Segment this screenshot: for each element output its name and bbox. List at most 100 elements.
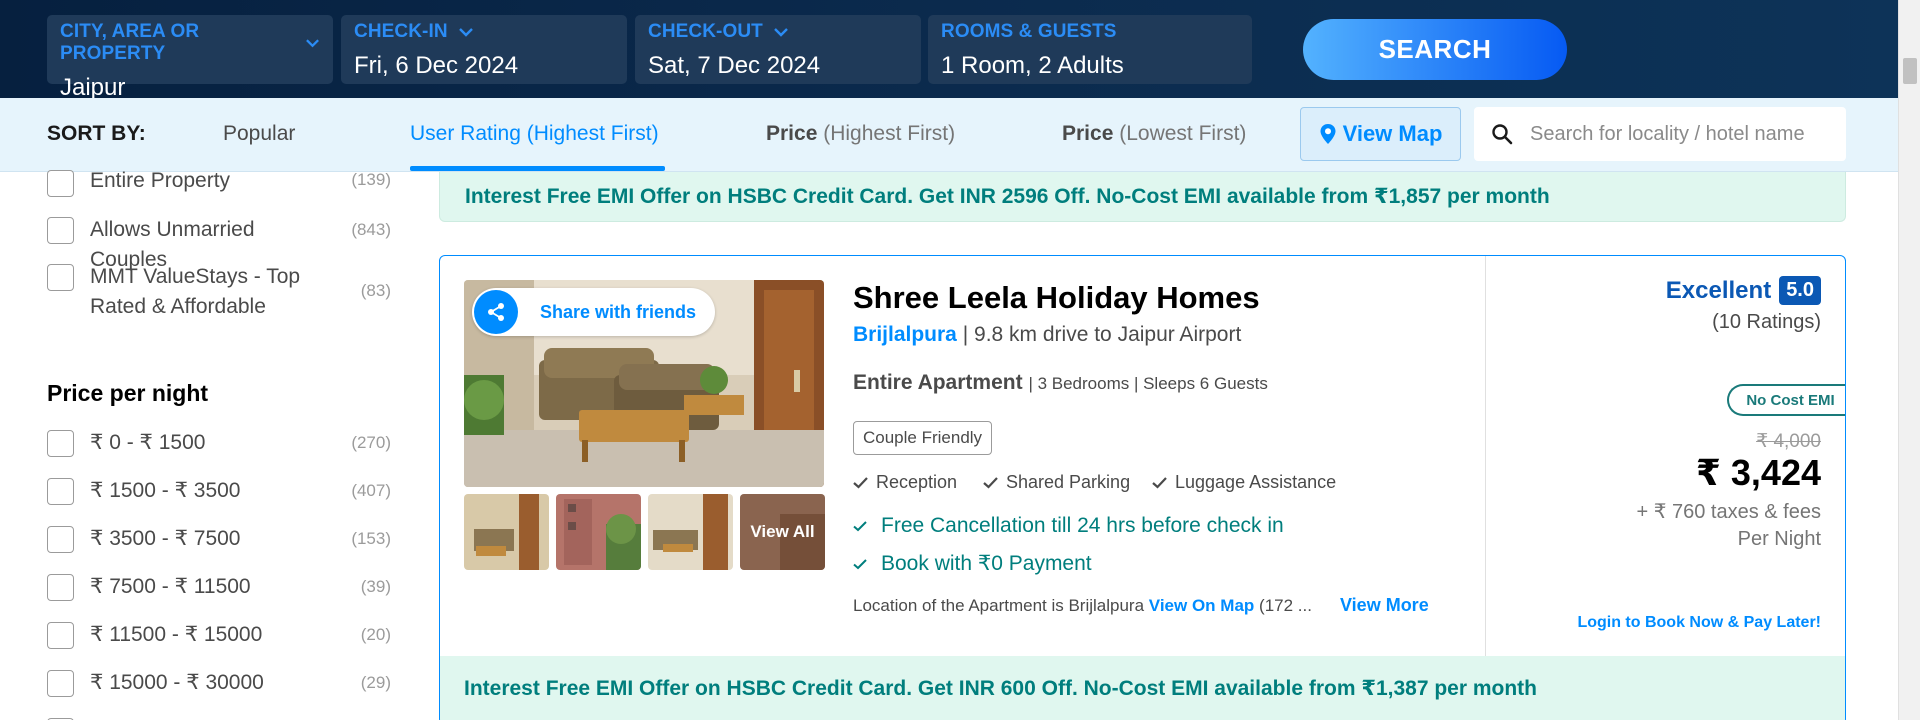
locality-search-input[interactable] — [1530, 122, 1830, 146]
check-icon — [853, 521, 867, 532]
filter-count: (407) — [351, 481, 391, 500]
sort-user-rating-sub: (Highest First) — [526, 122, 659, 145]
check-icon — [853, 558, 867, 569]
filter-price-1[interactable]: ₹ 1500 - ₹ 3500 (407) — [47, 478, 397, 506]
map-pin-icon — [1320, 124, 1336, 144]
view-map-button[interactable]: View Map — [1300, 107, 1461, 161]
filter-mmt-valuestays[interactable]: MMT ValueStays - Top Rated & Affordable … — [47, 264, 397, 322]
filter-label: ₹ 0 - ₹ 1500 — [90, 431, 206, 454]
checkbox[interactable] — [47, 170, 74, 197]
checkbox[interactable] — [47, 670, 74, 697]
filter-price-3[interactable]: ₹ 7500 - ₹ 11500 (39) — [47, 574, 397, 602]
filter-price-2[interactable]: ₹ 3500 - ₹ 7500 (153) — [47, 526, 397, 554]
sort-price-high-label: Price — [766, 122, 818, 145]
checkbox[interactable] — [47, 430, 74, 457]
amenity-label: Reception — [876, 472, 958, 492]
sort-user-rating[interactable]: User Rating (Highest First) — [410, 122, 659, 146]
page-scrollbar[interactable] — [1898, 0, 1920, 720]
sort-price-low-sub: (Lowest First) — [1119, 122, 1247, 145]
location-tail: (172 ... — [1259, 596, 1312, 615]
thumbnail-photo — [464, 494, 549, 570]
price-filter-title: Price per night — [47, 380, 209, 406]
view-all-label: View All — [750, 522, 815, 541]
checkout-field[interactable]: CHECK-OUT Sat, 7 Dec 2024 — [635, 15, 921, 84]
login-to-book-link[interactable]: Login to Book Now & Pay Later! — [1577, 614, 1821, 632]
search-button[interactable]: SEARCH — [1303, 19, 1567, 80]
rooms-value: 1 Room, 2 Adults — [941, 52, 1124, 79]
location-hint: Location of the Apartment is Brijlalpura… — [853, 596, 1312, 616]
sort-price-low-label: Price — [1062, 122, 1114, 145]
hotel-type: Entire Apartment | 3 Bedrooms | Sleeps 6… — [853, 371, 1268, 395]
view-on-map-link[interactable]: View On Map — [1149, 596, 1255, 615]
rating-text: Excellent — [1665, 276, 1772, 304]
hotel-thumbnail[interactable] — [648, 494, 733, 570]
checkbox[interactable] — [47, 574, 74, 601]
filter-price-4[interactable]: ₹ 11500 - ₹ 15000 (20) — [47, 622, 397, 650]
filter-label: ₹ 1500 - ₹ 3500 — [90, 479, 241, 502]
original-price: ₹ 4,000 — [1756, 431, 1821, 452]
taxes-fees: + ₹ 760 taxes & fees — [1636, 501, 1821, 523]
chevron-down-icon — [774, 28, 788, 37]
property-details: | 3 Bedrooms | Sleeps 6 Guests — [1028, 374, 1268, 393]
sort-price-low[interactable]: Price (Lowest First) — [1062, 122, 1246, 146]
hotel-thumbnail[interactable] — [464, 494, 549, 570]
view-more-link[interactable]: View More — [1340, 595, 1429, 616]
filter-price-0[interactable]: ₹ 0 - ₹ 1500 (270) — [47, 430, 397, 458]
search-header: CITY, AREA OR PROPERTY Jaipur CHECK-IN F… — [0, 0, 1898, 101]
share-icon-circle — [474, 290, 518, 334]
view-all-photos[interactable]: View All — [740, 494, 825, 570]
checkbox[interactable] — [47, 264, 74, 291]
sort-price-high-sub: (Highest First) — [823, 122, 956, 145]
checkbox[interactable] — [47, 622, 74, 649]
no-cost-emi-badge: No Cost EMI — [1727, 384, 1845, 416]
sort-price-high[interactable]: Price (Highest First) — [766, 122, 955, 146]
checkbox[interactable] — [47, 217, 74, 244]
check-icon — [853, 477, 868, 489]
chevron-down-icon — [458, 28, 473, 37]
filter-count: (29) — [360, 673, 391, 692]
rating-count: (10 Ratings) — [1712, 311, 1821, 333]
filter-entire-property[interactable]: Entire Property (139) — [47, 169, 397, 197]
amenity-label: Luggage Assistance — [1175, 472, 1337, 492]
hotel-card[interactable]: Share with friends View All Shree Leela … — [439, 255, 1846, 720]
checkbox[interactable] — [47, 526, 74, 553]
share-icon — [488, 303, 504, 321]
checkout-label: CHECK-OUT — [648, 21, 908, 43]
filter-label: ₹ 3500 - ₹ 7500 — [90, 527, 241, 550]
thumbnail-photo — [556, 494, 641, 570]
location-text: Location of the Apartment is Brijlalpura — [853, 596, 1145, 615]
amenity-label: Shared Parking — [1006, 472, 1131, 492]
rooms-guests-field[interactable]: ROOMS & GUESTS 1 Room, 2 Adults — [928, 15, 1252, 84]
thumbnail-photo — [648, 494, 733, 570]
sort-popular[interactable]: Popular — [223, 122, 295, 146]
hotel-area-link[interactable]: Brijlalpura — [853, 323, 957, 346]
check-icon — [983, 477, 998, 489]
scrollbar-thumb[interactable] — [1903, 58, 1917, 84]
amenity: Reception — [853, 472, 957, 493]
city-field[interactable]: CITY, AREA OR PROPERTY Jaipur — [47, 15, 333, 101]
filter-count: (83) — [360, 281, 391, 300]
couple-friendly-tag: Couple Friendly — [853, 421, 993, 455]
search-icon — [1492, 124, 1513, 145]
checkin-field[interactable]: CHECK-IN Fri, 6 Dec 2024 — [341, 15, 627, 84]
share-button[interactable]: Share with friends — [472, 288, 715, 336]
city-label: CITY, AREA OR PROPERTY — [60, 21, 320, 65]
amenity: Shared Parking — [983, 472, 1130, 493]
perk-label: Free Cancellation till 24 hrs before che… — [881, 514, 1284, 537]
current-price: ₹ 3,424 — [1695, 452, 1821, 493]
rooms-label-text: ROOMS & GUESTS — [941, 21, 1117, 42]
checkin-value: Fri, 6 Dec 2024 — [354, 52, 519, 79]
perk-label: Book with ₹0 Payment — [881, 552, 1092, 575]
checkbox[interactable] — [47, 478, 74, 505]
hotel-name[interactable]: Shree Leela Holiday Homes — [853, 280, 1260, 316]
filter-label: ₹ 7500 - ₹ 11500 — [90, 575, 251, 598]
filter-count: (153) — [351, 529, 391, 548]
filter-label: ₹ 11500 - ₹ 15000 — [90, 623, 263, 646]
hotel-thumbnail[interactable] — [556, 494, 641, 570]
hotel-main-photo[interactable]: Share with friends — [464, 280, 824, 487]
locality-search-box[interactable] — [1474, 107, 1846, 161]
sort-user-rating-label: User Rating — [410, 122, 521, 145]
amenity: Luggage Assistance — [1152, 472, 1336, 493]
perk-zero-payment: Book with ₹0 Payment — [853, 551, 1092, 576]
filter-price-5[interactable]: ₹ 15000 - ₹ 30000 (29) — [47, 670, 397, 698]
